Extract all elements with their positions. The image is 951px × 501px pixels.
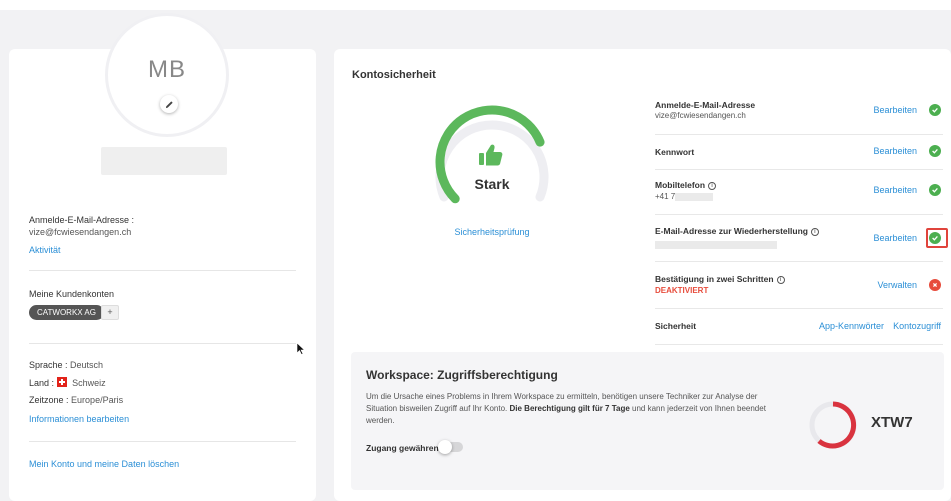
workspace-code: XTW7 (871, 414, 913, 431)
check-icon (929, 184, 941, 196)
timezone-label: Zeitzone : (29, 395, 69, 405)
country-label: Land : (29, 378, 55, 388)
redacted-recovery-email (655, 241, 777, 249)
row-sub: vize@fcwiesendangen.ch (655, 111, 746, 120)
security-row-security: Sicherheit App-Kennwörter Kontozugriff (655, 309, 943, 345)
row-label-text: Bestätigung in zwei Schritten (655, 274, 774, 284)
code-ring (809, 401, 857, 449)
access-label: Zugang gewähren (366, 443, 439, 453)
mouse-cursor-icon (297, 343, 305, 355)
security-row-recovery-email: E-Mail-Adresse zur Wiederherstellung i Be… (655, 215, 948, 262)
row-label: Sicherheit (655, 321, 697, 331)
account-access-link[interactable]: Kontozugriff (893, 321, 941, 331)
avatar: MB (105, 13, 229, 137)
top-bar (0, 0, 951, 10)
thumbs-up-icon (479, 144, 503, 166)
profile-card: MB Anmelde-E-Mail-Adresse : vize@fcwiese… (9, 13, 316, 501)
edit-mobile-button[interactable]: Bearbeiten (873, 185, 917, 195)
timezone-value: Europe/Paris (71, 395, 124, 405)
info-icon[interactable]: i (708, 182, 717, 190)
pencil-icon (165, 100, 173, 108)
avatar-initials: MB (148, 56, 186, 83)
language-row: Sprache : Deutsch (29, 360, 103, 370)
security-check-link[interactable]: Sicherheitsprüfung (427, 227, 557, 237)
security-row-mobile: Mobiltelefon i +41 7 Bearbeiten (655, 170, 943, 215)
edit-password-button[interactable]: Bearbeiten (873, 146, 917, 156)
name-placeholder (101, 147, 227, 175)
workspace-panel: Workspace: Zugriffsberechtigung Um die U… (351, 352, 944, 490)
divider (29, 343, 296, 344)
check-icon (929, 145, 941, 157)
row-label-text: E-Mail-Adresse zur Wiederherstellung (655, 226, 808, 236)
row-label: Kennwort (655, 147, 695, 157)
workspace-title: Workspace: Zugriffsberechtigung (366, 368, 558, 382)
toggle-knob (438, 440, 452, 454)
redacted-phone (675, 193, 713, 201)
edit-info-link[interactable]: Informationen bearbeiten (29, 414, 129, 424)
row-label: E-Mail-Adresse zur Wiederherstellung i (655, 226, 819, 236)
security-row-login-email: Anmelde-E-Mail-Adresse vize@fcwiesendang… (655, 95, 943, 135)
info-icon[interactable]: i (810, 228, 819, 236)
edit-recovery-email-button[interactable]: Bearbeiten (873, 233, 917, 243)
divider (29, 270, 296, 271)
language-label: Sprache : (29, 360, 68, 370)
info-icon[interactable]: i (776, 276, 785, 284)
account-chip[interactable]: CATWORKX AG (29, 305, 104, 320)
manage-two-step-button[interactable]: Verwalten (877, 280, 917, 290)
row-sub: +41 7 (655, 192, 676, 201)
ring-arc (817, 401, 857, 449)
login-email-value: vize@fcwiesendangen.ch (29, 227, 132, 237)
security-card: Kontosicherheit Stark Sicherheitsprüfung… (334, 49, 951, 501)
app-passwords-link[interactable]: App-Kennwörter (819, 321, 884, 331)
divider (29, 441, 296, 442)
activity-link[interactable]: Aktivität (29, 245, 61, 255)
workspace-description: Um die Ursache eines Problems in Ihrem W… (366, 391, 778, 427)
two-step-status: DEAKTIVIERT (655, 286, 709, 295)
country-value: Schweiz (72, 378, 106, 388)
login-email-label: Anmelde-E-Mail-Adresse : (29, 215, 135, 225)
error-icon (929, 279, 941, 291)
language-value: Deutsch (70, 360, 104, 370)
highlight-box (926, 228, 948, 248)
workspace-text-bold: Die Berechtigung gilt für 7 Tage (509, 404, 630, 413)
row-label: Anmelde-E-Mail-Adresse (655, 100, 756, 110)
row-label-text: Mobiltelefon (655, 180, 706, 190)
country-row: Land : Schweiz (29, 377, 106, 388)
row-label: Mobiltelefon i (655, 180, 717, 190)
add-account-button[interactable]: + (101, 305, 119, 320)
timezone-row: Zeitzone : Europe/Paris (29, 395, 123, 405)
security-row-two-step: Bestätigung in zwei Schritten i DEAKTIVIE… (655, 262, 943, 309)
swiss-flag-icon (56, 377, 67, 387)
strength-label: Stark (474, 176, 510, 192)
row-label: Bestätigung in zwei Schritten i (655, 274, 785, 284)
accounts-label: Meine Kundenkonten (29, 289, 115, 299)
edit-avatar-button[interactable] (160, 95, 178, 113)
section-title: Kontosicherheit (352, 69, 436, 81)
access-toggle[interactable] (438, 440, 463, 454)
edit-login-email-button[interactable]: Bearbeiten (873, 105, 917, 115)
delete-account-link[interactable]: Mein Konto und meine Daten löschen (29, 459, 179, 469)
check-icon (929, 104, 941, 116)
security-row-password: Kennwort Bearbeiten (655, 135, 943, 170)
